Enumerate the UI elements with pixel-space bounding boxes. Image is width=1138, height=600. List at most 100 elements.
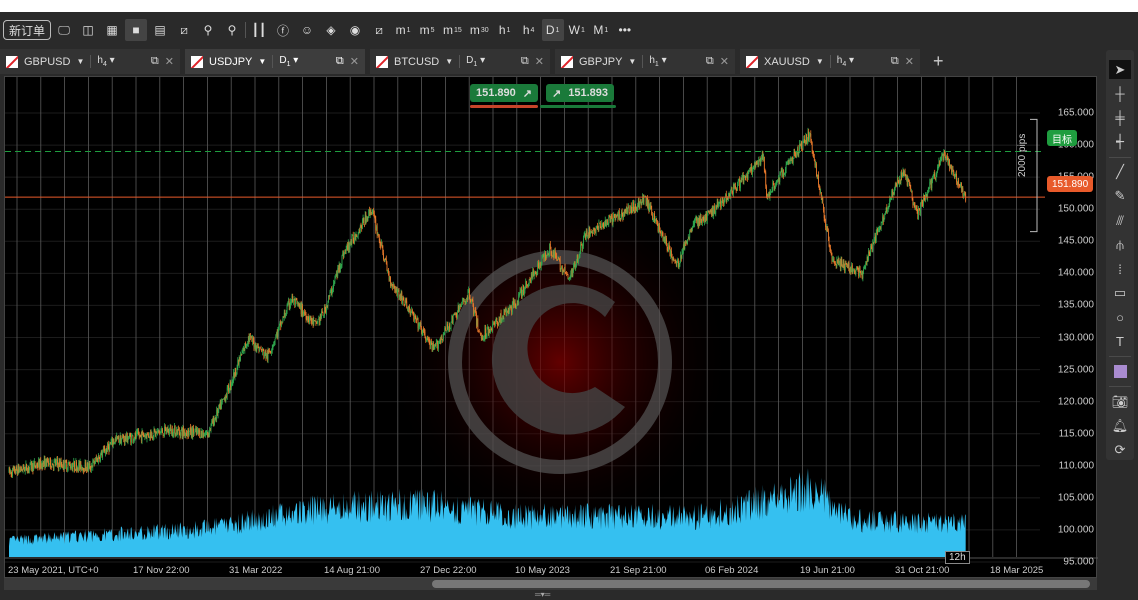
candle (609, 216, 610, 218)
crosshair-extended-icon[interactable]: ╪ (1109, 108, 1131, 127)
tab-btcusd[interactable]: BTCUSD ▼ D1 ▾ ⧉ ✕ (370, 49, 550, 74)
robot-icon[interactable]: ☺ (296, 19, 318, 41)
color-swatch[interactable] (1109, 362, 1131, 381)
candle (100, 454, 101, 461)
monitor-icon[interactable]: 🖵 (53, 19, 75, 41)
candle (846, 263, 848, 265)
tab-usdjpy[interactable]: USDJPY ▼ D1 ▾ ⧉ ✕ (185, 49, 365, 74)
candle (133, 439, 134, 442)
ellipse-icon[interactable]: ○ (1109, 308, 1131, 327)
more-button[interactable]: ••• (614, 19, 636, 41)
chevron-down-icon[interactable]: ▼ (76, 57, 84, 66)
chart-area[interactable]: 151.890↗ ↗151.893 165.000160.000155.0001… (4, 76, 1098, 578)
detach-icon[interactable]: ⧉ (151, 55, 159, 68)
cursor-icon[interactable]: ➤ (1109, 60, 1131, 80)
trend-line-icon[interactable]: ╱ (1109, 163, 1131, 182)
anchor-crosshair-icon[interactable]: ┽ (1109, 133, 1131, 152)
candle (292, 299, 294, 303)
tab-xauusd[interactable]: XAUUSD ▼ h4 ▾ ⧉ ✕ (740, 49, 920, 74)
close-icon[interactable]: ✕ (905, 55, 914, 68)
candle (701, 220, 703, 223)
fibonacci-icon[interactable]: ⁞ (1109, 259, 1131, 278)
timeframe-D1[interactable]: D1 (541, 19, 564, 41)
split-layout-icon[interactable]: ▤ (149, 19, 171, 41)
timeframe-m1[interactable]: m1 (392, 19, 414, 41)
chart-settings-icon[interactable]: ⧄ (173, 19, 195, 41)
candle (257, 343, 259, 349)
replay-icon[interactable]: ⟳ (1109, 441, 1131, 460)
candle (178, 428, 180, 431)
bell-icon[interactable]: 🔔︎ (1109, 416, 1131, 435)
add-tab-button[interactable]: + (925, 49, 952, 74)
camera-icon[interactable]: 📷︎ (1109, 392, 1131, 411)
rectangle-icon[interactable]: ▭ (1109, 284, 1131, 303)
candle (563, 269, 565, 271)
pen-icon[interactable]: ✎ (1109, 187, 1131, 206)
pitchfork-icon[interactable]: ⫛ (1109, 235, 1131, 254)
tab-timeframe[interactable]: D1 ▾ (272, 55, 298, 68)
text-icon[interactable]: T (1109, 332, 1131, 351)
close-icon[interactable]: ✕ (720, 55, 729, 68)
crosshair-icon[interactable]: ┼ (1109, 84, 1131, 103)
candle (285, 315, 287, 317)
close-icon[interactable]: ✕ (350, 55, 359, 68)
candle (532, 270, 534, 278)
horizontal-scrollbar[interactable] (4, 578, 1097, 590)
tab-timeframe[interactable]: h4 ▾ (829, 55, 854, 68)
resize-grip[interactable]: ═▾═ (535, 590, 550, 599)
detach-icon[interactable]: ⧉ (891, 55, 899, 68)
candle (97, 458, 99, 463)
timeframe-m5[interactable]: m5 (416, 19, 438, 41)
candle (735, 185, 736, 188)
timeframe-M1[interactable]: M1 (590, 19, 612, 41)
zoom-in-icon[interactable]: ⚲ (221, 19, 243, 41)
detach-icon[interactable]: ⧉ (706, 55, 714, 68)
tf-label: D (545, 23, 555, 37)
candle (423, 329, 425, 332)
timeframe-h1[interactable]: h1 (494, 19, 516, 41)
close-icon[interactable]: ✕ (165, 55, 174, 68)
target-label[interactable]: 目标 (1047, 130, 1077, 146)
candle (282, 317, 284, 323)
layers-icon[interactable]: ◈ (320, 19, 342, 41)
tab-timeframe[interactable]: D1 ▾ (459, 55, 485, 68)
single-layout-icon[interactable]: ■ (125, 19, 148, 41)
timeframe-h4[interactable]: h4 (518, 19, 540, 41)
candle (10, 471, 11, 473)
tab-timeframe[interactable]: h1 ▾ (642, 55, 667, 68)
detach-icon[interactable]: ⧉ (521, 55, 529, 68)
timeframe-W1[interactable]: W1 (566, 19, 588, 41)
indicator-icon[interactable]: ⓕ (272, 19, 294, 41)
new-order-button[interactable]: 新订单 (3, 20, 52, 40)
candle (542, 254, 544, 256)
tab-gbpjpy[interactable]: GBPJPY ▼ h1 ▾ ⧉ ✕ (555, 49, 735, 74)
candle (15, 466, 17, 473)
candle (683, 245, 685, 250)
template-icon[interactable]: ⧄ (368, 19, 390, 41)
candle (579, 251, 581, 258)
timeframe-m15[interactable]: m 15 (440, 19, 465, 41)
tab-timeframe[interactable]: h4 ▾ (90, 55, 115, 68)
detach-icon[interactable]: ⧉ (336, 55, 344, 68)
tab-gbpusd[interactable]: GBPUSD ▼ h4 ▾ ⧉ ✕ (0, 49, 180, 74)
close-icon[interactable]: ✕ (535, 55, 544, 68)
buy-button[interactable]: ↗ 151.893 (546, 84, 614, 102)
timeframe-m30[interactable]: m 30 (467, 19, 492, 41)
candle (429, 342, 431, 346)
candle (689, 230, 691, 238)
layout-icon[interactable]: ◫ (77, 19, 99, 41)
scrollbar-thumb[interactable] (432, 580, 1090, 588)
grid-layout-icon[interactable]: ▦ (101, 19, 123, 41)
zoom-out-icon[interactable]: ⚲ (197, 19, 219, 41)
channel-icon[interactable]: ⫻ (1109, 211, 1131, 230)
eye-icon[interactable]: ◉ (344, 19, 366, 41)
candles-icon[interactable]: ┃┃ (248, 19, 270, 41)
chevron-down-icon[interactable]: ▼ (816, 57, 824, 66)
chevron-down-icon[interactable]: ▼ (258, 57, 266, 66)
chevron-down-icon[interactable]: ▼ (445, 57, 453, 66)
sell-button[interactable]: 151.890 ↗ (470, 84, 538, 102)
candle (22, 464, 24, 471)
candle (920, 201, 922, 204)
candle (768, 193, 769, 196)
chevron-down-icon[interactable]: ▼ (628, 57, 636, 66)
